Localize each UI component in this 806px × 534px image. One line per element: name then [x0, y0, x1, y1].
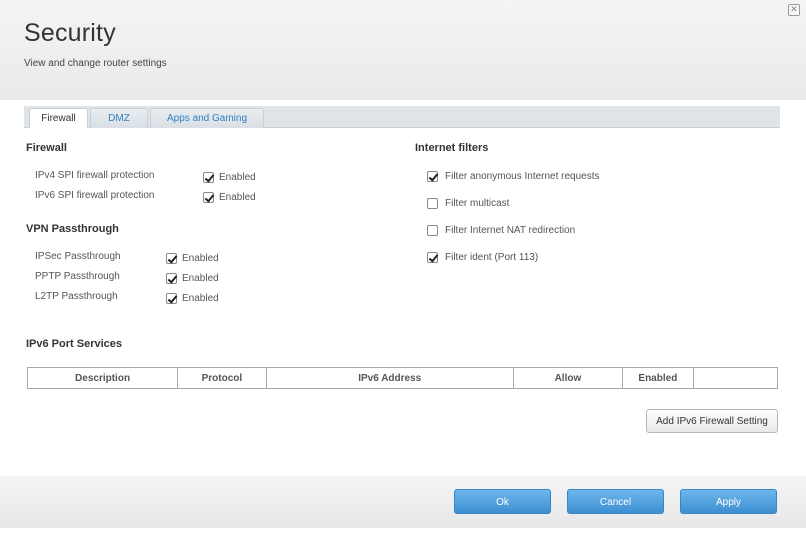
filter-ident-checkbox[interactable]: [427, 252, 438, 263]
filter-anonymous-label: Filter anonymous Internet requests: [445, 171, 600, 182]
page-header: ✕ Security View and change router settin…: [0, 0, 806, 100]
tab-apps-and-gaming[interactable]: Apps and Gaming: [150, 108, 264, 128]
filter-multicast-label: Filter multicast: [445, 198, 510, 209]
ipsec-checkbox[interactable]: [166, 253, 177, 264]
firewall-section-title: Firewall: [26, 142, 67, 154]
pptp-status: Enabled: [182, 273, 219, 284]
filter-multicast-checkbox[interactable]: [427, 198, 438, 209]
column-enabled: Enabled: [622, 367, 694, 389]
apply-button[interactable]: Apply: [680, 489, 777, 514]
add-ipv6-firewall-setting-button[interactable]: Add IPv6 Firewall Setting: [646, 409, 778, 433]
page-subtitle: View and change router settings: [24, 58, 167, 69]
l2tp-checkbox[interactable]: [166, 293, 177, 304]
pptp-checkbox[interactable]: [166, 273, 177, 284]
ipsec-label: IPSec Passthrough: [35, 251, 121, 262]
ipv4-spi-checkbox[interactable]: [203, 172, 214, 183]
l2tp-label: L2TP Passthrough: [35, 291, 118, 302]
pptp-label: PPTP Passthrough: [35, 271, 120, 282]
column-description: Description: [26, 367, 179, 389]
filter-nat-redirection-label: Filter Internet NAT redirection: [445, 225, 576, 236]
filter-anonymous-checkbox[interactable]: [427, 171, 438, 182]
ipv6-spi-status: Enabled: [219, 192, 256, 203]
page-title: Security: [24, 19, 116, 47]
column-protocol: Protocol: [177, 367, 267, 389]
ipv6-port-services-title: IPv6 Port Services: [26, 338, 123, 350]
table-header-row: Description Protocol IPv6 Address Allow …: [26, 367, 779, 389]
ipsec-status: Enabled: [182, 253, 219, 264]
ipv6-port-services-table: Description Protocol IPv6 Address Allow …: [26, 367, 779, 389]
column-actions: [692, 367, 779, 389]
vpn-section-title: VPN Passthrough: [26, 223, 119, 235]
filter-ident-label: Filter ident (Port 113): [445, 252, 539, 263]
tab-dmz[interactable]: DMZ: [90, 108, 148, 128]
close-icon[interactable]: ✕: [788, 4, 800, 16]
tab-firewall[interactable]: Firewall: [29, 108, 88, 128]
column-allow: Allow: [512, 367, 624, 389]
filter-nat-redirection-checkbox[interactable]: [427, 225, 438, 236]
ipv4-spi-label: IPv4 SPI firewall protection: [35, 170, 155, 181]
tab-bar: Firewall DMZ Apps and Gaming: [24, 106, 780, 128]
internet-filters-title: Internet filters: [415, 142, 489, 154]
l2tp-status: Enabled: [182, 293, 219, 304]
ok-button[interactable]: Ok: [454, 489, 551, 514]
ipv6-spi-checkbox[interactable]: [203, 192, 214, 203]
column-ipv6-address: IPv6 Address: [265, 367, 514, 389]
ipv4-spi-status: Enabled: [219, 172, 256, 183]
ipv6-spi-label: IPv6 SPI firewall protection: [35, 190, 155, 201]
cancel-button[interactable]: Cancel: [567, 489, 664, 514]
